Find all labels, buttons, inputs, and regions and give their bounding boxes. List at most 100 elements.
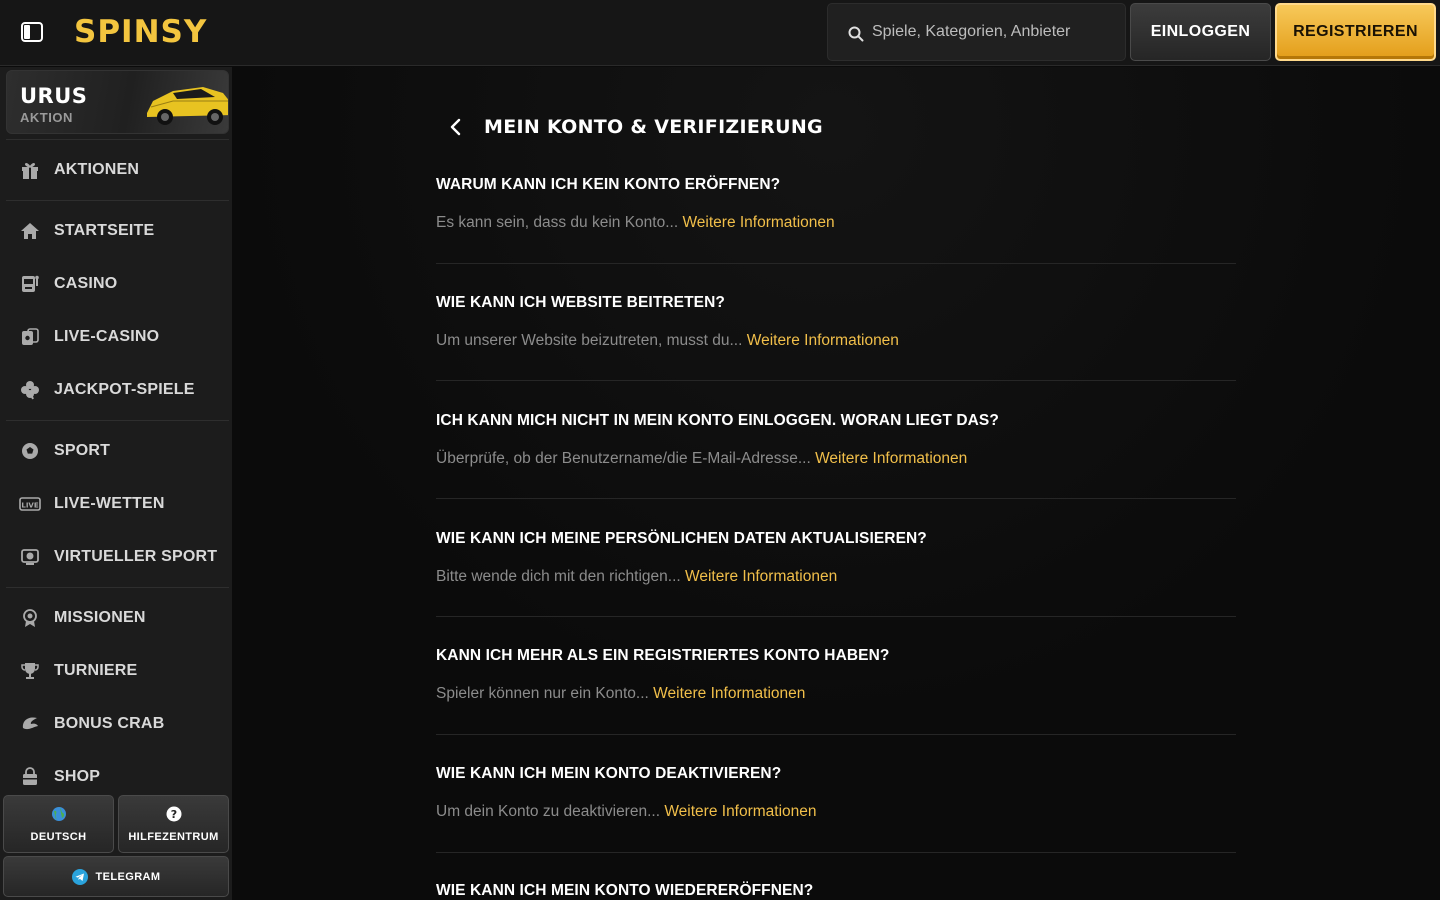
more-info-link[interactable]: Weitere Informationen: [747, 332, 899, 349]
faq-answer: Bitte wende dich mit den richtigen... We…: [436, 566, 1236, 588]
faq-question[interactable]: WIE KANN ICH MEINE PERSÖNLICHEN DATEN AK…: [436, 529, 1236, 549]
sidebar-item-live-casino[interactable]: LIVE-CASINO: [6, 315, 229, 359]
clover-icon: [6, 380, 54, 400]
register-button[interactable]: REGISTRIEREN: [1275, 3, 1436, 61]
car-image: [147, 87, 228, 125]
sidebar-item-missionen[interactable]: MISSIONEN: [6, 596, 229, 640]
faq-answer: Spieler können nur ein Konto... Weitere …: [436, 683, 1236, 705]
globe-icon: [51, 806, 66, 821]
home-icon: [6, 221, 54, 241]
faq-divider: [436, 263, 1236, 264]
faq-answer-text: Bitte wende dich mit den richtigen...: [436, 568, 681, 585]
faq-answer-text: Es kann sein, dass du kein Konto...: [436, 214, 679, 231]
soccer-ball-icon: [6, 441, 54, 461]
faq-divider: [436, 380, 1236, 381]
promo-subtitle: AKTION: [20, 110, 73, 125]
sidebar-divider: [6, 587, 229, 588]
search-icon: [848, 26, 864, 42]
trophy-icon: [6, 661, 54, 681]
faq-item: ICH KANN MICH NICHT IN MEIN KONTO EINLOG…: [436, 411, 1236, 499]
faq-question[interactable]: ICH KANN MICH NICHT IN MEIN KONTO EINLOG…: [436, 411, 1236, 431]
faq-answer-text: Spieler können nur ein Konto...: [436, 685, 649, 702]
svg-text:?: ?: [170, 808, 176, 821]
faq-divider: [436, 498, 1236, 499]
faq-question[interactable]: KANN ICH MEHR ALS EIN REGISTRIERTES KONT…: [436, 646, 1236, 666]
faq-answer: Um unserer Website beizutreten, musst du…: [436, 330, 1236, 352]
more-info-link[interactable]: Weitere Informationen: [815, 450, 967, 467]
telegram-label: TELEGRAM: [95, 870, 161, 883]
faq-divider: [436, 616, 1236, 617]
sidebar-item-label: SHOP: [54, 768, 101, 785]
faq-answer-text: Überprüfe, ob der Benutzername/die E-Mai…: [436, 450, 811, 467]
faq-answer-text: Um unserer Website beizutreten, musst du…: [436, 332, 743, 349]
sidebar-item-live-wetten[interactable]: LIVE LIVE-WETTEN: [6, 482, 229, 526]
gift-icon: [6, 160, 54, 180]
sidebar-item-virtueller-sport[interactable]: VIRTUELLER SPORT: [6, 535, 229, 579]
sidebar-item-aktionen[interactable]: AKTIONEN: [6, 148, 229, 192]
cards-icon: [6, 327, 54, 347]
sidebar-item-jackpot-spiele[interactable]: JACKPOT-SPIELE: [6, 368, 229, 412]
back-arrow-icon[interactable]: [442, 113, 470, 141]
faq-question[interactable]: WIE KANN ICH MEIN KONTO DEAKTIVIEREN?: [436, 764, 1236, 784]
sidebar-divider: [6, 200, 229, 201]
faq-answer: Um dein Konto zu deaktivieren... Weitere…: [436, 801, 1236, 823]
telegram-button[interactable]: TELEGRAM: [3, 856, 229, 897]
faq-item: WIE KANN ICH MEINE PERSÖNLICHEN DATEN AK…: [436, 529, 1236, 617]
faq-answer-text: Um dein Konto zu deaktivieren...: [436, 803, 661, 820]
language-label: DEUTSCH: [30, 830, 87, 843]
faq-divider: [436, 852, 1236, 853]
language-button[interactable]: DEUTSCH: [3, 795, 114, 853]
sidebar-item-sport[interactable]: SPORT: [6, 429, 229, 473]
more-info-link[interactable]: Weitere Informationen: [664, 803, 816, 820]
faq-item: WARUM KANN ICH KEIN KONTO ERÖFFNEN? Es k…: [436, 175, 1236, 264]
faq-answer: Es kann sein, dass du kein Konto... Weit…: [436, 212, 1236, 234]
sidebar-divider: [6, 139, 229, 140]
faq-item: WIE KANN ICH MEIN KONTO DEAKTIVIEREN? Um…: [436, 764, 1236, 853]
promo-banner-urus[interactable]: URUS AKTION: [6, 70, 229, 134]
sidebar-item-label: BONUS CRAB: [54, 715, 165, 732]
faq-question[interactable]: WIE KANN ICH MEIN KONTO WIEDERERÖFFNEN?: [436, 881, 1236, 900]
live-badge-text: LIVE: [21, 502, 38, 510]
faq-item: WIE KANN ICH MEIN KONTO WIEDERERÖFFNEN?: [436, 881, 1236, 900]
sidebar-item-label: SPORT: [54, 442, 111, 459]
more-info-link[interactable]: Weitere Informationen: [685, 568, 837, 585]
shop-bag-icon: [6, 767, 54, 787]
virtual-sport-icon: [6, 547, 54, 567]
sidebar-divider: [6, 420, 229, 421]
faq-divider: [436, 734, 1236, 735]
more-info-link[interactable]: Weitere Informationen: [653, 685, 805, 702]
sidebar-item-turniere[interactable]: TURNIERE: [6, 649, 229, 693]
more-info-link[interactable]: Weitere Informationen: [682, 214, 834, 231]
sidebar-toggle-icon[interactable]: [20, 21, 44, 43]
missions-icon: [6, 608, 54, 628]
live-badge-icon: LIVE: [6, 496, 54, 512]
sidebar-item-label: MISSIONEN: [54, 609, 146, 626]
sidebar-item-startseite[interactable]: STARTSEITE: [6, 209, 229, 253]
sidebar-item-label: TURNIERE: [54, 662, 138, 679]
sidebar-item-casino[interactable]: CASINO: [6, 262, 229, 306]
sidebar-item-label: AKTIONEN: [54, 161, 140, 178]
slot-machine-icon: [6, 274, 54, 294]
help-icon: ?: [166, 806, 181, 821]
faq-question[interactable]: WIE KANN ICH WEBSITE BEITRETEN?: [436, 293, 1236, 313]
sidebar-item-bonus-crab[interactable]: BONUS CRAB: [6, 702, 229, 746]
help-center-label: HILFEZENTRUM: [128, 830, 219, 843]
promo-title: URUS: [20, 84, 88, 108]
faq-item: KANN ICH MEHR ALS EIN REGISTRIERTES KONT…: [436, 646, 1236, 735]
crab-claw-icon: [6, 714, 54, 734]
faq-answer: Überprüfe, ob der Benutzername/die E-Mai…: [436, 448, 1236, 470]
main-content: MEIN KONTO & VERIFIZIERUNG WARUM KANN IC…: [232, 67, 1440, 900]
sidebar-item-label: CASINO: [54, 275, 118, 292]
search-input[interactable]: [872, 4, 1117, 60]
faq-question[interactable]: WARUM KANN ICH KEIN KONTO ERÖFFNEN?: [436, 175, 1236, 195]
help-center-button[interactable]: ? HILFEZENTRUM: [118, 795, 229, 853]
sidebar-item-label: JACKPOT-SPIELE: [54, 381, 195, 398]
search-box[interactable]: [827, 3, 1126, 61]
sidebar-item-label: VIRTUELLER SPORT: [54, 548, 218, 565]
login-button[interactable]: EINLOGGEN: [1130, 3, 1271, 61]
page-title: MEIN KONTO & VERIFIZIERUNG: [484, 116, 823, 138]
brand-logo[interactable]: SPINSY: [74, 12, 207, 52]
sidebar-item-label: LIVE-WETTEN: [54, 495, 165, 512]
sidebar-item-shop[interactable]: SHOP: [6, 755, 229, 799]
faq-item: WIE KANN ICH WEBSITE BEITRETEN? Um unser…: [436, 293, 1236, 381]
